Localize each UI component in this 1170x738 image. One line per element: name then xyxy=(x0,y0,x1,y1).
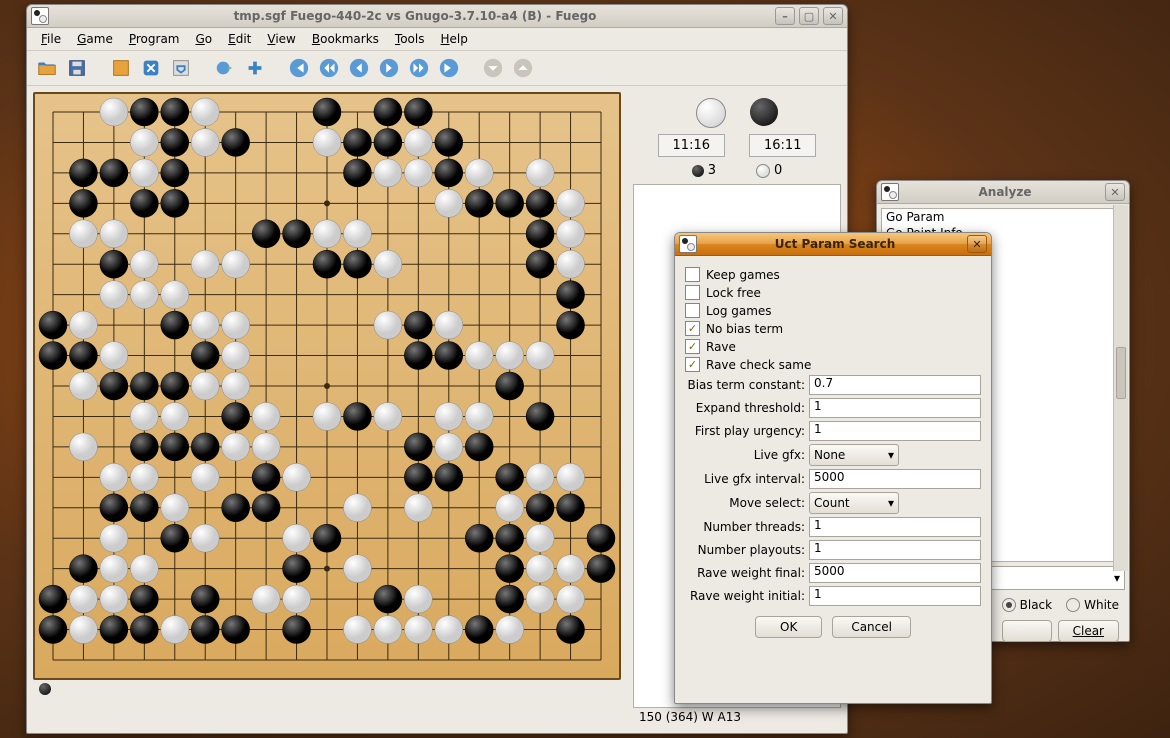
checkbox-keep-games[interactable]: Keep games xyxy=(685,267,981,282)
dialog-title: Uct Param Search xyxy=(703,237,967,251)
input-live-gfx-interval-[interactable]: 5000 xyxy=(809,469,981,489)
nav-fwd10-icon[interactable] xyxy=(407,56,431,80)
scrollbar[interactable] xyxy=(1113,205,1128,571)
field-label: Expand threshold: xyxy=(685,401,809,415)
black-captures: 3 xyxy=(692,163,716,178)
player-stones-row xyxy=(633,98,841,128)
add-icon[interactable] xyxy=(243,56,267,80)
open-icon[interactable] xyxy=(35,56,59,80)
menu-edit[interactable]: Edit xyxy=(222,30,257,48)
menu-help[interactable]: Help xyxy=(435,30,474,48)
menu-bookmarks[interactable]: Bookmarks xyxy=(306,30,385,48)
maximize-button[interactable]: ▢ xyxy=(799,7,819,25)
input-first-play-urgency-[interactable]: 1 xyxy=(809,421,981,441)
clear-button[interactable]: Clear xyxy=(1058,620,1119,642)
menu-game[interactable]: Game xyxy=(71,30,119,48)
dialog-titlebar[interactable]: Uct Param Search ✕ xyxy=(675,233,991,256)
window-title: tmp.sgf Fuego-440-2c vs Gnugo-3.7.10-a4 … xyxy=(55,9,775,23)
cancel-button[interactable]: Cancel xyxy=(832,616,911,638)
field-label: First play urgency: xyxy=(685,424,809,438)
checkbox-rave-check-same[interactable]: Rave check same xyxy=(685,357,981,372)
input-bias-term-constant-[interactable]: 0.7 xyxy=(809,375,981,395)
nav-last-icon[interactable] xyxy=(437,56,461,80)
input-expand-threshold-[interactable]: 1 xyxy=(809,398,981,418)
move-info: 150 (364) W A13 xyxy=(633,708,841,730)
app-icon xyxy=(31,7,49,25)
field-label: Bias term constant: xyxy=(685,378,809,392)
white-captures: 0 xyxy=(756,163,782,178)
nav-first-icon[interactable] xyxy=(287,56,311,80)
analyze-item[interactable]: Go Param xyxy=(882,209,1124,225)
menu-view[interactable]: View xyxy=(261,30,301,48)
minimize-button[interactable]: – xyxy=(775,7,795,25)
field-label: Rave weight initial: xyxy=(685,589,809,603)
select-move-select-[interactable]: Count▾ xyxy=(809,492,899,514)
black-time: 16:11 xyxy=(749,134,816,157)
status-bar xyxy=(33,680,621,698)
field-label: Live gfx interval: xyxy=(685,472,809,486)
field-label: Move select: xyxy=(685,496,809,510)
field-label: Number threads: xyxy=(685,520,809,534)
analyze-title: Analyze xyxy=(905,185,1105,199)
menu-tools[interactable]: Tools xyxy=(389,30,431,48)
black-stone-icon xyxy=(750,98,778,126)
nav-back-icon[interactable] xyxy=(347,56,371,80)
input-rave-weight-final-[interactable]: 5000 xyxy=(809,563,981,583)
enter-icon[interactable] xyxy=(169,56,193,80)
radio-black[interactable]: Black xyxy=(1002,598,1052,612)
toolbar xyxy=(27,51,847,86)
field-label: Live gfx: xyxy=(685,448,809,462)
field-label: Number playouts: xyxy=(685,543,809,557)
menu-file[interactable]: File xyxy=(35,30,67,48)
white-time: 11:16 xyxy=(658,134,725,157)
input-rave-weight-initial-[interactable]: 1 xyxy=(809,586,981,606)
pass-icon[interactable] xyxy=(139,56,163,80)
go-board[interactable] xyxy=(33,92,621,680)
analyze-titlebar[interactable]: Analyze ✕ xyxy=(877,181,1129,204)
white-stone-icon xyxy=(696,98,726,128)
app-icon xyxy=(679,235,697,253)
new-game-icon[interactable] xyxy=(109,56,133,80)
nav-fwd-icon[interactable] xyxy=(377,56,401,80)
checkbox-lock-free[interactable]: Lock free xyxy=(685,285,981,300)
menu-go[interactable]: Go xyxy=(189,30,218,48)
input-number-playouts-[interactable]: 1 xyxy=(809,540,981,560)
select-live-gfx-[interactable]: None▾ xyxy=(809,444,899,466)
field-label: Rave weight final: xyxy=(685,566,809,580)
input-number-threads-[interactable]: 1 xyxy=(809,517,981,537)
uct-param-dialog: Uct Param Search ✕ Keep games Lock free Lo… xyxy=(674,232,992,704)
nav-back10-icon[interactable] xyxy=(317,56,341,80)
var-down-icon[interactable] xyxy=(481,56,505,80)
save-icon[interactable] xyxy=(65,56,89,80)
menubar: FileGameProgramGoEditView BookmarksToolsH… xyxy=(27,28,847,51)
ok-button[interactable]: OK xyxy=(755,616,822,638)
close-button[interactable]: ✕ xyxy=(1105,183,1125,201)
close-button[interactable]: ✕ xyxy=(823,7,843,25)
run-button[interactable] xyxy=(1002,620,1052,642)
play-icon[interactable] xyxy=(213,56,237,80)
app-icon xyxy=(881,183,899,201)
main-titlebar[interactable]: tmp.sgf Fuego-440-2c vs Gnugo-3.7.10-a4 … xyxy=(27,5,847,28)
close-button[interactable]: ✕ xyxy=(967,235,987,253)
checkbox-rave[interactable]: Rave xyxy=(685,339,981,354)
var-up-icon[interactable] xyxy=(511,56,535,80)
turn-stone-icon xyxy=(39,683,51,695)
checkbox-log-games[interactable]: Log games xyxy=(685,303,981,318)
checkbox-no-bias-term[interactable]: No bias term xyxy=(685,321,981,336)
menu-program[interactable]: Program xyxy=(123,30,186,48)
radio-white[interactable]: White xyxy=(1066,598,1119,612)
